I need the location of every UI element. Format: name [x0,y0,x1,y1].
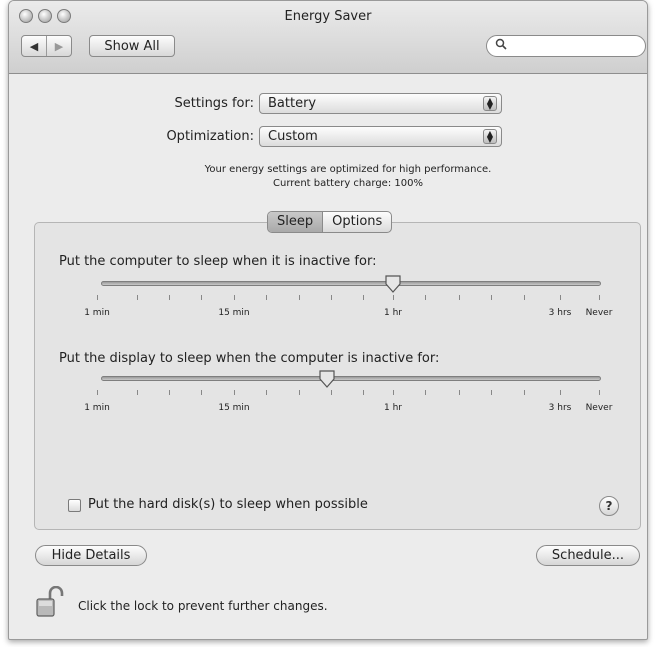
slider-tick [169,295,170,300]
slider-tick [524,390,525,395]
tab-sleep[interactable]: Sleep [268,212,324,232]
forward-arrow-icon[interactable]: ▶ [47,36,71,56]
tab-bar: Sleep Options [267,211,393,233]
settings-for-label: Settings for: [174,96,254,111]
hide-details-button[interactable]: Hide Details [35,545,147,566]
slider-tick [459,390,460,395]
tick-label-15min: 15 min [218,403,250,413]
tick-label-3hrs: 3 hrs [548,403,572,413]
slider-tick [459,295,460,300]
slider-tick [363,390,364,395]
hard-disk-sleep-checkbox[interactable] [68,499,81,512]
back-forward-control: ◀ ▶ [21,35,72,57]
slider-tick [491,295,492,300]
tick-label-1hr: 1 hr [384,308,402,318]
optimization-label: Optimization: [166,129,254,144]
slider-tick [137,295,138,300]
slider-tick [201,295,202,300]
popup-arrows-icon: ▲ ▼ [483,96,497,111]
tick-label-15min: 15 min [218,308,250,318]
slider-tick [201,390,202,395]
slider-track[interactable] [101,376,601,381]
popup-arrows-icon: ▲ ▼ [483,129,497,144]
slider-tick [599,390,600,395]
tick-label-3hrs: 3 hrs [548,308,572,318]
tick-label-1min: 1 min [84,403,110,413]
tick-label-never: Never [585,403,613,413]
settings-for-value: Battery [268,96,317,111]
slider-tick [363,295,364,300]
hard-disk-sleep-label: Put the hard disk(s) to sleep when possi… [88,497,368,512]
computer-sleep-prompt: Put the computer to sleep when it is ina… [59,254,377,269]
slider-tick [234,295,235,300]
slider-tick [169,390,170,395]
help-button[interactable]: ? [599,496,619,516]
lock-message: Click the lock to prevent further change… [78,599,328,613]
slider-tick [299,295,300,300]
tick-label-1min: 1 min [84,308,110,318]
tick-label-1hr: 1 hr [384,403,402,413]
show-all-button[interactable]: Show All [89,35,175,57]
energy-saver-window: Energy Saver ◀ ▶ Show All Settings for: … [8,0,648,640]
back-arrow-icon[interactable]: ◀ [22,36,47,56]
slider-tick [524,295,525,300]
slider-tick [137,390,138,395]
title-bar: Energy Saver ◀ ▶ Show All [9,1,647,74]
window-title: Energy Saver [284,9,372,24]
slider-tick [599,295,600,300]
slider-tick [266,295,267,300]
optimization-value: Custom [268,129,318,144]
battery-charge-text: Current battery charge: 100% [273,178,423,189]
slider-tick [266,390,267,395]
settings-for-popup[interactable]: Battery ▲ ▼ [259,93,502,114]
tick-label-never: Never [585,308,613,318]
slider-tick [560,390,561,395]
slider-thumb[interactable] [385,275,401,293]
optimization-popup[interactable]: Custom ▲ ▼ [259,126,502,147]
slider-track[interactable] [101,281,601,286]
slider-tick [97,390,98,395]
slider-tick [299,390,300,395]
search-icon [495,38,507,54]
slider-tick [425,295,426,300]
schedule-button[interactable]: Schedule... [536,545,640,566]
slider-tick [234,390,235,395]
display-sleep-prompt: Put the display to sleep when the comput… [59,351,440,366]
slider-tick [560,295,561,300]
tab-options[interactable]: Options [323,212,391,232]
slider-tick [491,390,492,395]
slider-tick [331,390,332,395]
slider-tick [425,390,426,395]
slider-tick [393,390,394,395]
search-field[interactable] [486,35,646,57]
slider-tick [331,295,332,300]
slider-thumb[interactable] [319,370,335,388]
slider-tick [97,295,98,300]
slider-tick [393,295,394,300]
optimization-info-text: Your energy settings are optimized for h… [204,164,492,175]
lock-icon[interactable] [35,586,65,620]
